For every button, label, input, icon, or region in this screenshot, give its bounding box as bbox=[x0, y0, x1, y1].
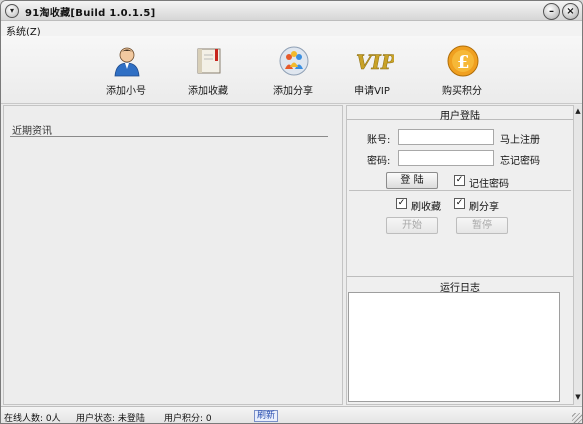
login-header: 用户登陆 bbox=[347, 107, 573, 122]
control-panel: 用户登陆 账号: 马上注册 密码: 忘记密码 登 陆 ✓ 记住密码 ✓ 刷收藏 … bbox=[346, 105, 574, 405]
panel-scrollbar[interactable]: ▲ ▼ bbox=[574, 105, 582, 405]
log-header: 运行日志 bbox=[440, 283, 480, 294]
title-bar[interactable]: ▾ 91淘收藏[Build 1.0.1.5] – × bbox=[1, 1, 582, 21]
vip-icon: VIP bbox=[356, 50, 394, 75]
minimize-button[interactable]: – bbox=[543, 3, 560, 20]
add-collection-button[interactable]: 添加收藏 添加收藏 bbox=[178, 42, 238, 102]
task-group: ✓ 刷收藏 ✓ 刷分享 开始 暂停 bbox=[349, 190, 571, 238]
book-icon bbox=[197, 48, 221, 74]
close-button[interactable]: × bbox=[562, 3, 579, 20]
resize-grip[interactable] bbox=[572, 413, 582, 423]
app-window: ▾ 91淘收藏[Build 1.0.1.5] – × 系统(Z) 添加小号 添加… bbox=[0, 0, 583, 424]
user-points: 用户积分: 0 bbox=[164, 414, 212, 424]
start-button[interactable]: 开始 bbox=[386, 217, 438, 234]
coin-icon: £ bbox=[447, 45, 479, 77]
buy-points-reflection: 购买积分 bbox=[432, 88, 492, 93]
user-icon bbox=[114, 47, 140, 77]
add-account-button[interactable]: 添加小号 添加小号 bbox=[96, 42, 156, 102]
system-menu-icon[interactable]: ▾ bbox=[5, 4, 19, 18]
add-account-reflection: 添加小号 bbox=[96, 88, 156, 93]
log-divider bbox=[347, 276, 573, 277]
register-link[interactable]: 马上注册 bbox=[500, 131, 540, 146]
scroll-up-icon[interactable]: ▲ bbox=[574, 107, 582, 115]
share-icon bbox=[279, 46, 309, 76]
news-title: 近期资讯 bbox=[12, 126, 52, 137]
brush-share-label: 刷分享 bbox=[469, 202, 499, 213]
remember-password-checkbox[interactable]: ✓ bbox=[454, 175, 465, 186]
log-textarea[interactable] bbox=[348, 292, 560, 402]
svg-text:£: £ bbox=[457, 52, 470, 73]
brush-share-checkbox[interactable]: ✓ bbox=[454, 198, 465, 209]
forgot-password-link[interactable]: 忘记密码 bbox=[500, 152, 540, 167]
online-count: 在线人数: 0人 bbox=[4, 414, 61, 424]
menu-bar: 系统(Z) bbox=[1, 21, 582, 38]
svg-text:VIP: VIP bbox=[356, 50, 394, 74]
user-status: 用户状态: 未登陆 bbox=[76, 414, 145, 424]
pause-button[interactable]: 暂停 bbox=[456, 217, 508, 234]
brush-collect-label: 刷收藏 bbox=[411, 202, 441, 213]
status-bar: 在线人数: 0人 用户状态: 未登陆 用户积分: 0 刷新 bbox=[1, 406, 582, 424]
password-input[interactable] bbox=[398, 150, 494, 166]
login-button[interactable]: 登 陆 bbox=[386, 172, 438, 189]
password-label: 密码: bbox=[367, 156, 391, 167]
add-share-reflection: 添加分享 bbox=[263, 88, 323, 93]
account-label: 账号: bbox=[367, 135, 391, 146]
window-title: 91淘收藏[Build 1.0.1.5] bbox=[25, 8, 156, 19]
news-divider bbox=[10, 136, 328, 137]
add-collection-reflection: 添加收藏 bbox=[178, 88, 238, 93]
add-share-button[interactable]: 添加分享 添加分享 bbox=[263, 42, 323, 102]
brush-collect-checkbox[interactable]: ✓ bbox=[396, 198, 407, 209]
remember-password-label: 记住密码 bbox=[469, 179, 509, 190]
buy-points-button[interactable]: £ 购买积分 购买积分 bbox=[432, 42, 492, 102]
news-panel: 近期资讯 bbox=[3, 105, 343, 405]
apply-vip-reflection: 申请VIP bbox=[342, 88, 402, 93]
apply-vip-button[interactable]: VIP 申请VIP 申请VIP bbox=[342, 42, 402, 102]
account-input[interactable] bbox=[398, 129, 494, 145]
toolbar: 添加小号 添加小号 添加收藏 添加收藏 bbox=[1, 36, 582, 104]
refresh-button[interactable]: 刷新 bbox=[254, 410, 279, 422]
scroll-down-icon[interactable]: ▼ bbox=[574, 393, 582, 401]
